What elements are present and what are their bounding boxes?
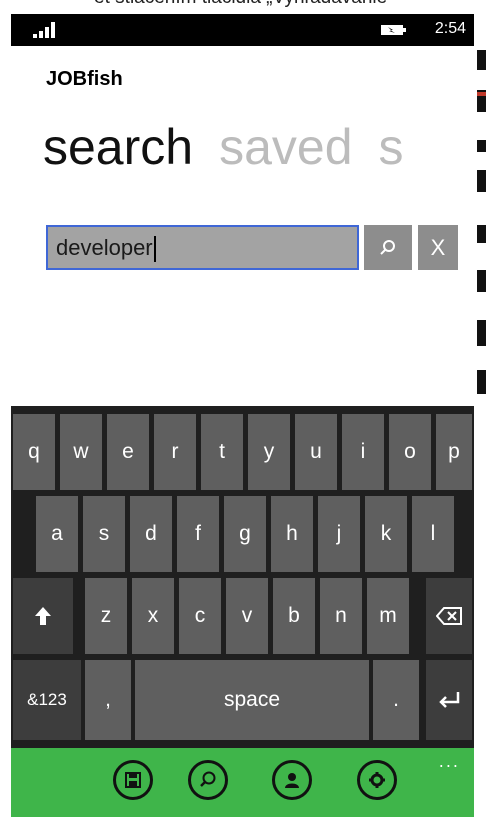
key-p[interactable]: p [436,414,472,490]
app-bar-search-button[interactable] [188,760,228,800]
status-bar: 2:54 [11,14,474,46]
profile-button[interactable] [272,760,312,800]
software-keyboard: q w e r t y u i o p a s d f g h j k l z … [11,406,474,748]
key-i[interactable]: i [342,414,384,490]
app-title: JOBfish [46,68,123,90]
key-h[interactable]: h [271,496,313,572]
settings-button[interactable] [357,760,397,800]
symbols-key[interactable]: &123 [13,660,81,740]
cropped-caption-text: et stlačením tlačidla „Vyhľadávanie" [0,0,488,9]
status-time: 2:54 [434,20,466,37]
save-icon [125,772,141,788]
tab-next-partial[interactable]: s [379,119,404,175]
key-r[interactable]: r [154,414,196,490]
save-button[interactable] [113,760,153,800]
space-key[interactable]: space [135,660,369,740]
key-m[interactable]: m [367,578,409,654]
key-g[interactable]: g [224,496,266,572]
key-u[interactable]: u [295,414,337,490]
side-edge-artifact [477,30,486,450]
signal-strength-icon [33,22,61,38]
backspace-key[interactable] [426,578,472,654]
shift-arrow-icon [35,607,51,625]
clear-button[interactable]: X [418,225,458,270]
key-e[interactable]: e [107,414,149,490]
key-c[interactable]: c [179,578,221,654]
search-button[interactable] [364,225,412,270]
key-d[interactable]: d [130,496,172,572]
person-icon [285,773,299,788]
comma-key[interactable]: , [85,660,131,740]
key-x[interactable]: x [132,578,174,654]
key-b[interactable]: b [273,578,315,654]
pivot-header: search saved s [43,118,430,176]
search-icon [200,771,216,787]
battery-charging-icon [381,25,406,35]
application-bar: ... [11,748,474,817]
gear-icon [369,772,385,788]
phone-screen: 2:54 JOBfish search saved s developer X q … [11,14,474,817]
key-t[interactable]: t [201,414,243,490]
key-w[interactable]: w [60,414,102,490]
enter-arrow-icon [439,692,460,708]
key-l[interactable]: l [412,496,454,572]
key-s[interactable]: s [83,496,125,572]
search-icon [380,239,395,255]
key-y[interactable]: y [248,414,290,490]
key-a[interactable]: a [36,496,78,572]
key-v[interactable]: v [226,578,268,654]
search-input[interactable]: developer [46,225,359,270]
key-q[interactable]: q [13,414,55,490]
key-j[interactable]: j [318,496,360,572]
key-k[interactable]: k [365,496,407,572]
backspace-icon [436,607,462,625]
key-n[interactable]: n [320,578,362,654]
key-z[interactable]: z [85,578,127,654]
key-f[interactable]: f [177,496,219,572]
tab-saved[interactable]: saved [219,119,352,175]
period-key[interactable]: . [373,660,419,740]
tab-search[interactable]: search [43,119,193,175]
shift-key[interactable] [13,578,73,654]
more-options-button[interactable]: ... [439,752,460,771]
text-caret [153,236,156,263]
enter-key[interactable] [426,660,472,740]
search-input-value: developer [56,235,153,260]
key-o[interactable]: o [389,414,431,490]
